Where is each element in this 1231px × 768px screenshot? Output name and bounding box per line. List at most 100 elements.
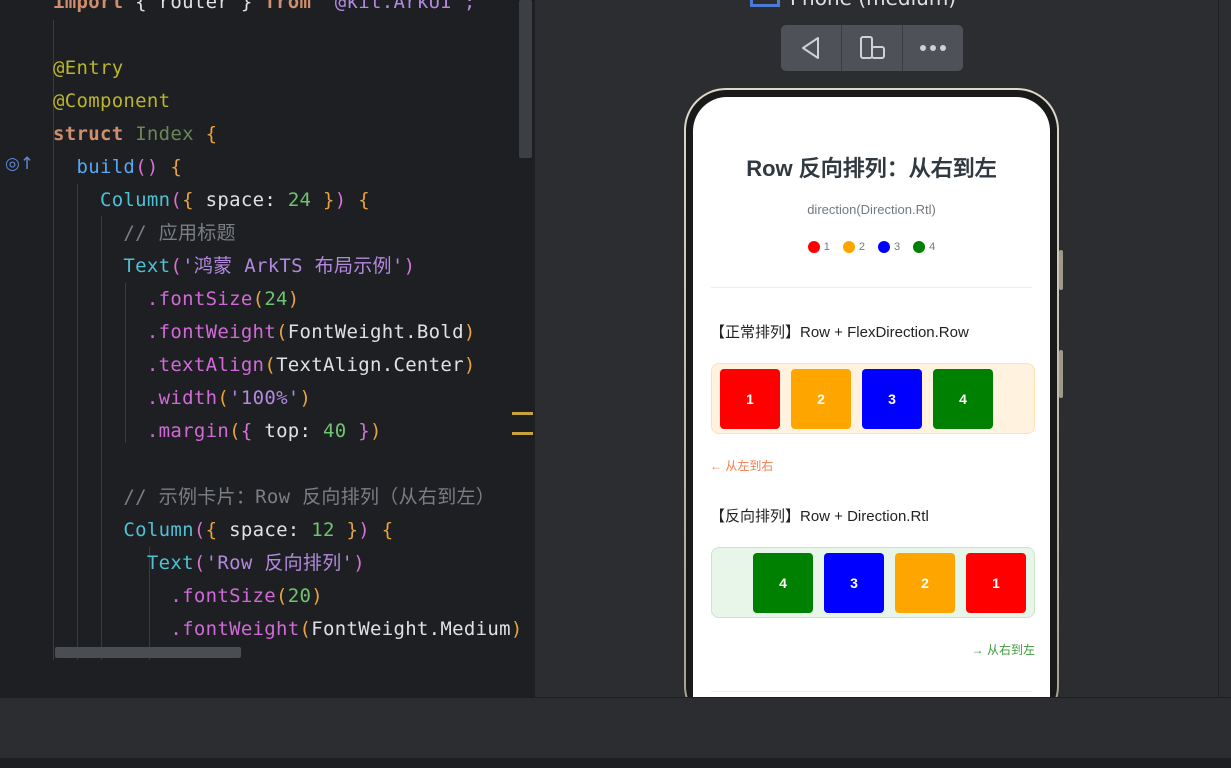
code-token: @Component — [53, 90, 171, 112]
device-selector[interactable]: Phone (medium) — [750, 0, 956, 10]
code-line: struct Index { — [53, 118, 217, 151]
color-block: 4 — [933, 369, 993, 429]
color-legend: 1 2 3 4 — [693, 241, 1050, 253]
code-token: ) — [358, 519, 382, 541]
code-token: // 应用标题 — [53, 222, 236, 244]
divider — [711, 691, 1032, 692]
code-token: 'Row 反向排列' — [205, 552, 354, 574]
code-token: import — [53, 0, 124, 13]
code-token: ) — [370, 420, 382, 442]
color-block: 2 — [791, 369, 851, 429]
override-gutter-icon[interactable]: ◎↑ — [5, 154, 34, 174]
power-button — [1059, 350, 1063, 398]
code-line: .fontWeight(FontWeight.Bold) — [53, 316, 476, 349]
legend-dot — [878, 241, 890, 253]
code-token: .width — [53, 387, 218, 409]
code-line: @Component — [53, 85, 170, 118]
code-token: Index — [135, 123, 206, 145]
code-token: // 示例卡片：Row 反向排列（从右到左） — [53, 486, 496, 508]
code-token: ( — [299, 618, 312, 640]
change-marker — [512, 412, 533, 436]
code-token: { — [170, 156, 183, 178]
code-token: ( — [229, 420, 241, 442]
code-token: { — [205, 123, 218, 145]
code-line: @Entry — [53, 52, 123, 85]
code-token: } — [346, 420, 370, 442]
code-token: ( — [170, 189, 183, 211]
code-line: Text('鸿蒙 ArkTS 布局示例') — [53, 250, 415, 283]
code-token: ) — [287, 288, 300, 310]
code-token: ) — [334, 189, 359, 211]
reverse-row-container: 4321 — [711, 547, 1035, 618]
code-token: ( — [276, 321, 288, 343]
code-editor[interactable]: import { router } from '@kit.ArkUI'; @Ent… — [0, 0, 533, 660]
code-token: () — [135, 156, 171, 178]
code-token: FontWeight.Medium — [311, 618, 511, 640]
code-token: 40 — [323, 420, 347, 442]
code-token: { — [358, 189, 371, 211]
legend-item: 4 — [913, 241, 935, 253]
color-block: 2 — [895, 553, 955, 613]
rotate-device-button[interactable] — [841, 25, 902, 71]
normal-section-title: 【正常排列】Row + FlexDirection.Row — [710, 324, 969, 341]
code-token: ) — [299, 387, 312, 409]
code-token: .textAlign — [53, 354, 265, 376]
code-line: .fontSize(20) — [53, 580, 323, 613]
code-token: } — [311, 189, 335, 211]
previewer-toolbar — [781, 25, 963, 71]
code-token: 12 — [311, 519, 335, 541]
preview-scrollbar-track[interactable] — [1218, 0, 1231, 697]
reverse-direction-hint: → 从右到左 — [971, 643, 1035, 657]
code-token: .fontWeight — [53, 321, 277, 343]
code-token: .fontSize — [53, 288, 253, 310]
legend-item: 1 — [807, 241, 830, 253]
device-screen[interactable]: Row 反向排列：从右到左 direction(Direction.Rtl) 1… — [693, 97, 1050, 697]
screen-title: Row 反向排列：从右到左 — [746, 156, 997, 181]
code-line: // 示例卡片：Row 反向排列（从右到左） — [53, 481, 495, 514]
code-line: Column({ space: 12 }) { — [53, 514, 394, 547]
legend-label: 4 — [929, 241, 936, 253]
code-token: FontWeight.Bold — [287, 321, 464, 343]
legend-label: 3 — [894, 241, 901, 253]
code-token: ) — [403, 255, 416, 277]
code-line: .textAlign(TextAlign.Center) — [53, 349, 476, 382]
code-token: 24 — [264, 288, 288, 310]
code-line: Text('Row 反向排列') — [53, 547, 365, 580]
horizontal-scrollbar[interactable] — [55, 647, 241, 658]
legend-item: 3 — [878, 241, 900, 253]
code-token: from — [264, 0, 312, 13]
code-token: { — [205, 519, 230, 541]
code-token: .fontSize — [53, 585, 277, 607]
legend-label: 1 — [823, 241, 830, 253]
code-token: } — [229, 0, 265, 13]
code-line: .margin({ top: 40 }) — [53, 415, 382, 448]
code-token: build — [53, 156, 136, 178]
code-token: { — [381, 519, 394, 541]
color-block: 1 — [720, 369, 780, 429]
legend-label: 2 — [858, 241, 865, 253]
code-token: router — [158, 0, 230, 13]
code-token: Text — [53, 552, 194, 574]
code-token: ( — [193, 519, 206, 541]
screen-subtitle: direction(Direction.Rtl) — [807, 202, 936, 217]
color-block: 3 — [824, 553, 884, 613]
code-line: import { router } from '@kit.ArkUI'; — [53, 0, 476, 19]
code-token: Column — [53, 519, 194, 541]
code-token: Column — [53, 189, 171, 211]
legend-dot — [913, 241, 926, 253]
code-token: { — [240, 420, 265, 442]
code-token: } — [334, 519, 359, 541]
back-button[interactable] — [781, 25, 841, 71]
vertical-scrollbar[interactable] — [519, 0, 532, 158]
volume-button — [1059, 250, 1063, 290]
legend-dot — [807, 241, 820, 253]
code-line: Column({ space: 24 }) { — [53, 184, 370, 217]
code-token: '鸿蒙 ArkTS 布局示例' — [182, 255, 404, 277]
legend-dot — [842, 241, 855, 253]
code-token: .fontWeight — [53, 618, 300, 640]
code-token: { — [182, 189, 206, 211]
code-token: 20 — [287, 585, 312, 607]
more-button[interactable] — [902, 25, 963, 71]
code-token: '100%' — [229, 387, 300, 409]
code-token: ) — [463, 321, 476, 343]
